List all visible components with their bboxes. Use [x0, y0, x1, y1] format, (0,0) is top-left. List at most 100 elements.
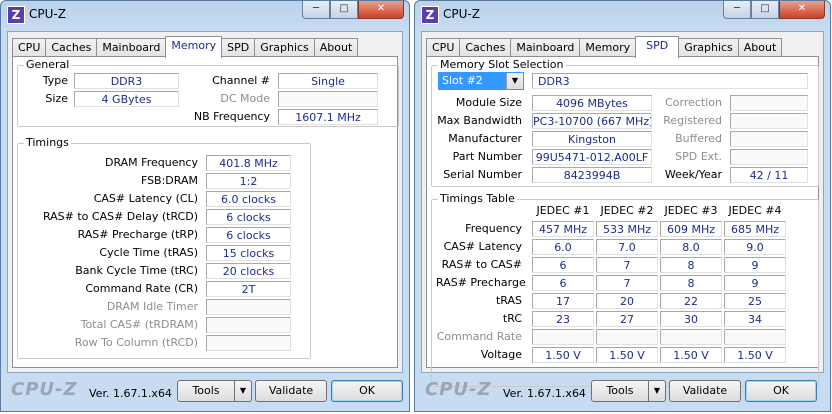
cpu-z-app-icon[interactable]: Z: [421, 6, 439, 24]
table-cell: 34: [724, 311, 786, 327]
ok-button[interactable]: OK: [745, 380, 817, 402]
timing-value: 6.0 clocks: [206, 191, 291, 207]
timing-value: 6 clocks: [206, 227, 291, 243]
table-cell: 6: [532, 275, 594, 291]
type-value: DDR3: [74, 73, 179, 89]
ok-button[interactable]: OK: [331, 380, 403, 402]
chevron-down-icon[interactable]: ▼: [234, 380, 252, 402]
table-cell: 22: [660, 293, 722, 309]
slot-dropdown[interactable]: Slot #2 ▼: [438, 72, 524, 90]
table-cell: 9.0: [724, 239, 786, 255]
timing-value: 20 clocks: [206, 263, 291, 279]
timing-value: [206, 335, 291, 351]
timings-group-title: Timings: [24, 136, 71, 149]
table-cell: 7: [596, 275, 658, 291]
slot-type-value: DDR3: [532, 73, 808, 89]
tab-graphics[interactable]: Graphics: [678, 38, 739, 57]
client-area: CPU Caches Mainboard Memory SPD Graphics…: [7, 31, 403, 373]
cpu-z-logo: CPU-Z: [425, 379, 492, 400]
maximize-icon[interactable]: □: [330, 1, 358, 19]
table-cell: 20: [596, 293, 658, 309]
part-number-label: Part Number: [452, 150, 522, 163]
timings-table-title: Timings Table: [438, 192, 517, 205]
cpuz-window-spd: Z CPU-Z ─ □ ✕ CPU Caches Mainboard Memor…: [414, 0, 831, 412]
timing-value: 6 clocks: [206, 209, 291, 225]
version-text: Ver. 1.67.1.x64: [503, 387, 586, 400]
version-text: Ver. 1.67.1.x64: [89, 387, 172, 400]
table-cell: 30: [660, 311, 722, 327]
row-label: tRC: [502, 312, 522, 325]
tools-button[interactable]: Tools: [591, 380, 649, 402]
correction-value: [730, 95, 808, 111]
max-bandwidth-label: Max Bandwidth: [437, 114, 522, 127]
title-bar[interactable]: Z CPU-Z ─ □ ✕: [1, 1, 409, 29]
tab-caches[interactable]: Caches: [45, 38, 98, 57]
table-cell: 6: [532, 257, 594, 273]
buffered-value: [730, 131, 808, 147]
table-cell: [724, 329, 786, 345]
tab-caches[interactable]: Caches: [459, 38, 512, 57]
tab-spd[interactable]: SPD: [221, 38, 256, 57]
manufacturer-value: Kingston: [532, 131, 652, 147]
timing-label: RAS# Precharge (tRP): [77, 228, 198, 241]
tab-memory[interactable]: Memory: [579, 38, 637, 57]
timing-label: Cycle Time (tRAS): [99, 246, 198, 259]
slot-selected-value: Slot #2: [439, 73, 507, 89]
table-cell: 17: [532, 293, 594, 309]
minimize-icon[interactable]: ─: [723, 1, 751, 19]
buffered-label: Buffered: [675, 132, 722, 145]
table-cell: 7: [596, 257, 658, 273]
row-label: CAS# Latency: [443, 240, 522, 253]
timings-table-group: Timings Table JEDEC #1 JEDEC #2 JEDEC #3…: [431, 192, 819, 387]
column-header: JEDEC #4: [728, 204, 782, 217]
tab-cpu[interactable]: CPU: [12, 38, 47, 57]
table-cell: 9: [724, 275, 786, 291]
table-cell: 1.50 V: [660, 347, 722, 363]
tools-button[interactable]: Tools: [177, 380, 235, 402]
chevron-down-icon[interactable]: ▼: [648, 380, 666, 402]
chevron-down-icon[interactable]: ▼: [506, 73, 523, 89]
timing-value: 1:2: [206, 173, 291, 189]
timing-label: DRAM Idle Timer: [106, 300, 198, 313]
tab-mainboard[interactable]: Mainboard: [96, 38, 167, 57]
general-group-title: General: [24, 58, 72, 71]
table-cell: 8: [660, 275, 722, 291]
tab-memory[interactable]: Memory: [165, 36, 223, 58]
validate-button[interactable]: Validate: [669, 380, 741, 402]
timing-label: Row To Column (tRCD): [74, 336, 198, 349]
serial-number-value: 8423994B: [532, 167, 652, 183]
close-icon[interactable]: ✕: [358, 1, 404, 19]
tab-spd[interactable]: SPD: [635, 36, 680, 58]
timings-group: Timings DRAM Frequency 401.8 MHz FSB:DRA…: [17, 136, 311, 359]
validate-button[interactable]: Validate: [255, 380, 327, 402]
table-cell: 8: [660, 257, 722, 273]
timing-label: Bank Cycle Time (tRC): [75, 264, 198, 277]
footer: CPU-Z Ver. 1.67.1.x64 Tools ▼ Validate O…: [1, 373, 409, 411]
minimize-icon[interactable]: ─: [302, 1, 330, 19]
column-header: JEDEC #2: [600, 204, 654, 217]
tab-cpu[interactable]: CPU: [426, 38, 461, 57]
general-group: General Type DDR3 Size 4 GBytes Channel …: [17, 58, 399, 127]
tab-mainboard[interactable]: Mainboard: [510, 38, 581, 57]
slot-selection-group: Memory Slot Selection Slot #2 ▼ DDR3 Mod…: [431, 58, 819, 187]
spd-panel: Memory Slot Selection Slot #2 ▼ DDR3 Mod…: [426, 56, 819, 387]
row-label: RAS# Precharge: [436, 276, 526, 289]
maximize-icon[interactable]: □: [751, 1, 779, 19]
title-bar[interactable]: Z CPU-Z ─ □ ✕: [415, 1, 830, 29]
table-cell: [596, 329, 658, 345]
registered-label: Registered: [663, 114, 722, 127]
cpu-z-app-icon[interactable]: Z: [7, 6, 25, 24]
tab-about[interactable]: About: [313, 38, 359, 57]
close-icon[interactable]: ✕: [779, 1, 825, 19]
tab-about[interactable]: About: [737, 38, 783, 57]
row-label: tRAS: [495, 294, 522, 307]
registered-value: [730, 113, 808, 129]
table-cell: 7.0: [596, 239, 658, 255]
timing-label: DRAM Frequency: [104, 156, 198, 169]
nb-frequency-label: NB Frequency: [193, 110, 270, 123]
table-cell: [660, 329, 722, 345]
table-cell: 1.50 V: [724, 347, 786, 363]
size-value: 4 GBytes: [74, 91, 179, 107]
week-year-value: 42 / 11: [730, 167, 808, 183]
tab-graphics[interactable]: Graphics: [254, 38, 315, 57]
